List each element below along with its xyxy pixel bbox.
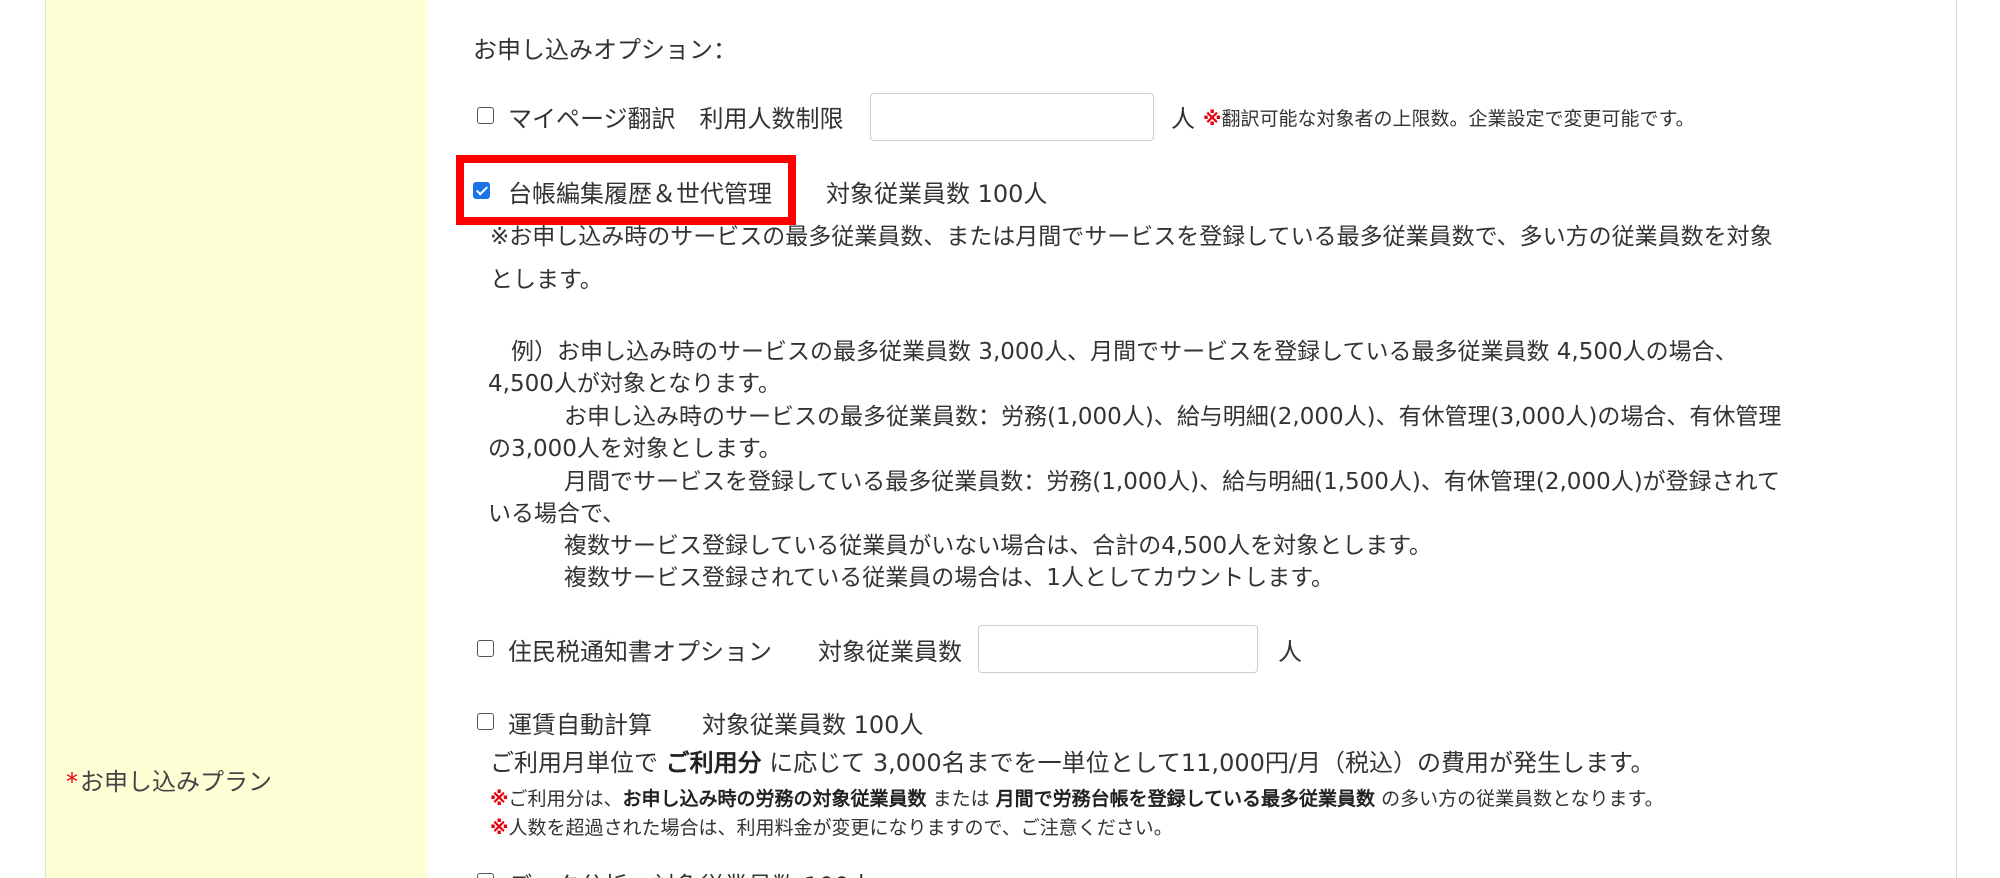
fare-fee-pre: ご利用月単位で	[490, 749, 658, 777]
highlight-box	[456, 155, 796, 225]
ledger-example-3a: 月間でサービスを登録している最多従業員数：労務(1,000人)、給与明細(1,5…	[564, 469, 1780, 495]
resident-tax-label[interactable]: 住民税通知書オプション	[508, 632, 772, 667]
fare-fee-post: に応じて 3,000名までを一単位として11,000円/月（税込）の費用が発生し…	[769, 749, 1655, 777]
fare-fee-text: ご利用月単位で ご利用分 に応じて 3,000名までを一単位として11,000円…	[490, 743, 1655, 778]
fare-auto-calc-label[interactable]: 運賃自動計算	[508, 705, 652, 740]
mypage-translate-limit-input[interactable]	[870, 93, 1154, 141]
fare-note-1: ※ご利用分は、お申し込み時の労務の対象従業員数 または 月間で労務台帳を登録して…	[490, 784, 1664, 811]
fare-note-1-post: の多い方の従業員数となります。	[1381, 788, 1664, 810]
ledger-example-2b: の3,000人を対象とします。	[488, 436, 782, 462]
resident-tax-unit: 人	[1278, 638, 1302, 666]
resident-tax-count-label: 対象従業員数	[818, 638, 962, 666]
field-label-text: お申し込みプラン	[80, 768, 272, 796]
field-label-plan: *お申し込みプラン	[66, 762, 272, 797]
mypage-translate-unit: 人	[1171, 105, 1195, 133]
ledger-history-count: 対象従業員数 100人	[826, 180, 1048, 208]
note-mark: ※	[1203, 108, 1222, 130]
next-option-label[interactable]: データ分析 対象従業員数 100人	[508, 866, 873, 878]
ledger-example-1b: 4,500人が対象となります。	[488, 371, 781, 397]
fare-note-1-bold-1: お申し込み時の労務の対象従業員数	[622, 788, 927, 810]
fare-note-1-bold-2: 月間で労務台帳を登録している最多従業員数	[995, 788, 1376, 810]
fare-note-2: ※人数を超過された場合は、利用料金が変更になりますので、ご注意ください。	[490, 813, 1173, 840]
fare-note-1-pre: ご利用分は、	[508, 788, 623, 810]
next-option-checkbox[interactable]	[477, 873, 494, 878]
ledger-example-5: 複数サービス登録されている従業員の場合は、1人としてカウントします。	[564, 565, 1334, 591]
ledger-example-3b: いる場合で、	[488, 501, 626, 527]
note-mark: ※	[490, 817, 509, 839]
note-text: 翻訳可能な対象者の上限数。企業設定で変更可能です。	[1221, 108, 1695, 130]
options-heading: お申し込みオプション：	[473, 36, 737, 64]
required-mark: *	[66, 768, 78, 796]
form-label-column: *お申し込みプラン	[45, 0, 429, 878]
resident-tax-count-input[interactable]	[978, 625, 1258, 673]
ledger-example-2a: お申し込み時のサービスの最多従業員数：労務(1,000人)、給与明細(2,000…	[564, 404, 1782, 430]
fare-note-1-mid: または	[932, 788, 990, 810]
fare-fee-bold: ご利用分	[665, 749, 762, 777]
mypage-translate-checkbox[interactable]	[477, 107, 494, 124]
page: *お申し込みプラン お申し込みオプション： マイページ翻訳 利用人数制限 人 ※…	[0, 0, 2000, 878]
fare-note-2-text: 人数を超過された場合は、利用料金が変更になりますので、ご注意ください。	[508, 817, 1173, 839]
ledger-example-1a: 例）お申し込み時のサービスの最多従業員数 3,000人、月間でサービスを登録して…	[488, 339, 1738, 365]
note-mark: ※	[490, 788, 509, 810]
mypage-translate-label[interactable]: マイページ翻訳 利用人数制限	[508, 99, 844, 134]
fare-auto-calc-checkbox[interactable]	[477, 713, 494, 730]
fare-auto-calc-count: 対象従業員数 100人	[702, 711, 924, 739]
ledger-example-4: 複数サービス登録している従業員がいない場合は、合計の4,500人を対象とします。	[564, 533, 1432, 559]
resident-tax-checkbox[interactable]	[477, 640, 494, 657]
mypage-translate-note: ※翻訳可能な対象者の上限数。企業設定で変更可能です。	[1203, 104, 1695, 131]
ledger-desc-line2: とします。	[490, 267, 603, 293]
